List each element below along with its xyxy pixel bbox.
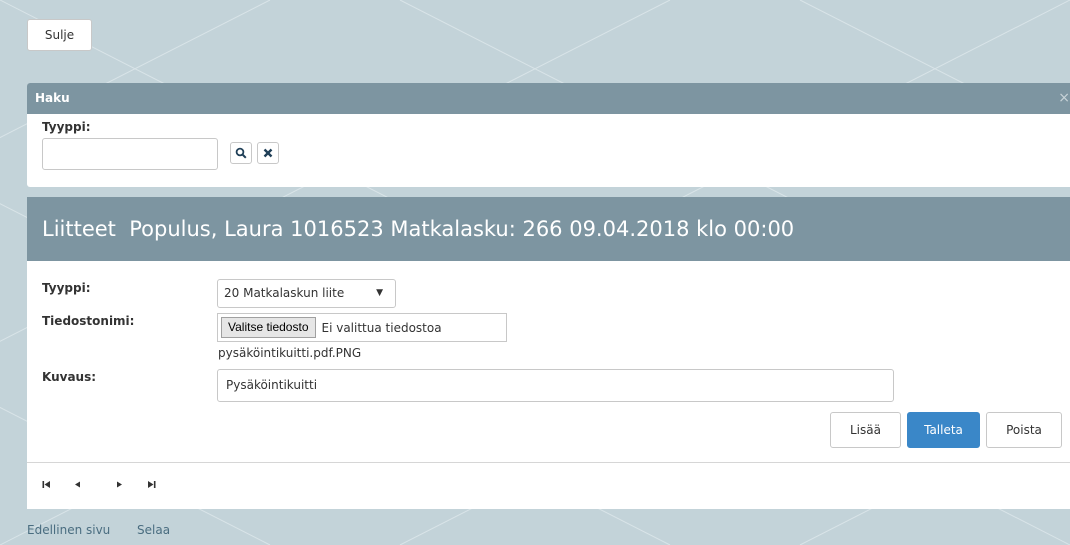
type-select-value: 20 Matkalaskun liite <box>224 286 345 300</box>
search-panel-close-icon[interactable]: × <box>1058 83 1070 114</box>
choose-file-button[interactable]: Valitse tiedosto <box>221 317 316 338</box>
search-button[interactable] <box>230 142 252 164</box>
search-panel-title: Haku <box>35 91 70 105</box>
filename-label: Tiedostonimi: <box>42 314 135 328</box>
attachments-header: Liitteet Populus, Laura 1016523 Matkalas… <box>27 197 1070 261</box>
last-page-icon[interactable] <box>147 480 156 492</box>
description-input[interactable]: Pysäköintikuitti <box>217 369 894 402</box>
type-select[interactable]: 20 Matkalaskun liite ▼ <box>217 279 396 308</box>
file-input[interactable]: Valitse tiedosto Ei valittua tiedostoa <box>217 313 507 342</box>
search-panel-header: Haku × <box>27 83 1070 114</box>
previous-page-link[interactable]: Edellinen sivu <box>27 523 110 537</box>
browse-link[interactable]: Selaa <box>137 523 170 537</box>
prev-page-icon[interactable] <box>73 480 82 492</box>
first-page-icon[interactable] <box>42 480 51 492</box>
attachments-panel: Liitteet Populus, Laura 1016523 Matkalas… <box>27 197 1070 509</box>
next-page-icon[interactable] <box>115 480 124 492</box>
current-file-name: pysäköintikuitti.pdf.PNG <box>218 346 362 360</box>
description-label: Kuvaus: <box>42 370 97 384</box>
search-icon <box>235 147 247 159</box>
close-button[interactable]: Sulje <box>27 19 92 51</box>
dropdown-arrow-icon: ▼ <box>376 288 383 298</box>
delete-button[interactable]: Poista <box>986 412 1062 448</box>
search-type-input[interactable] <box>42 138 218 170</box>
search-type-label: Tyyppi: <box>42 120 91 134</box>
file-status-text: Ei valittua tiedostoa <box>321 320 442 335</box>
divider <box>27 462 1070 463</box>
search-panel: Haku × Tyyppi: <box>27 83 1070 187</box>
type-label: Tyyppi: <box>42 281 91 295</box>
clear-button[interactable] <box>257 142 279 164</box>
clear-icon <box>263 148 273 158</box>
add-button[interactable]: Lisää <box>830 412 901 448</box>
save-button[interactable]: Talleta <box>907 412 980 448</box>
